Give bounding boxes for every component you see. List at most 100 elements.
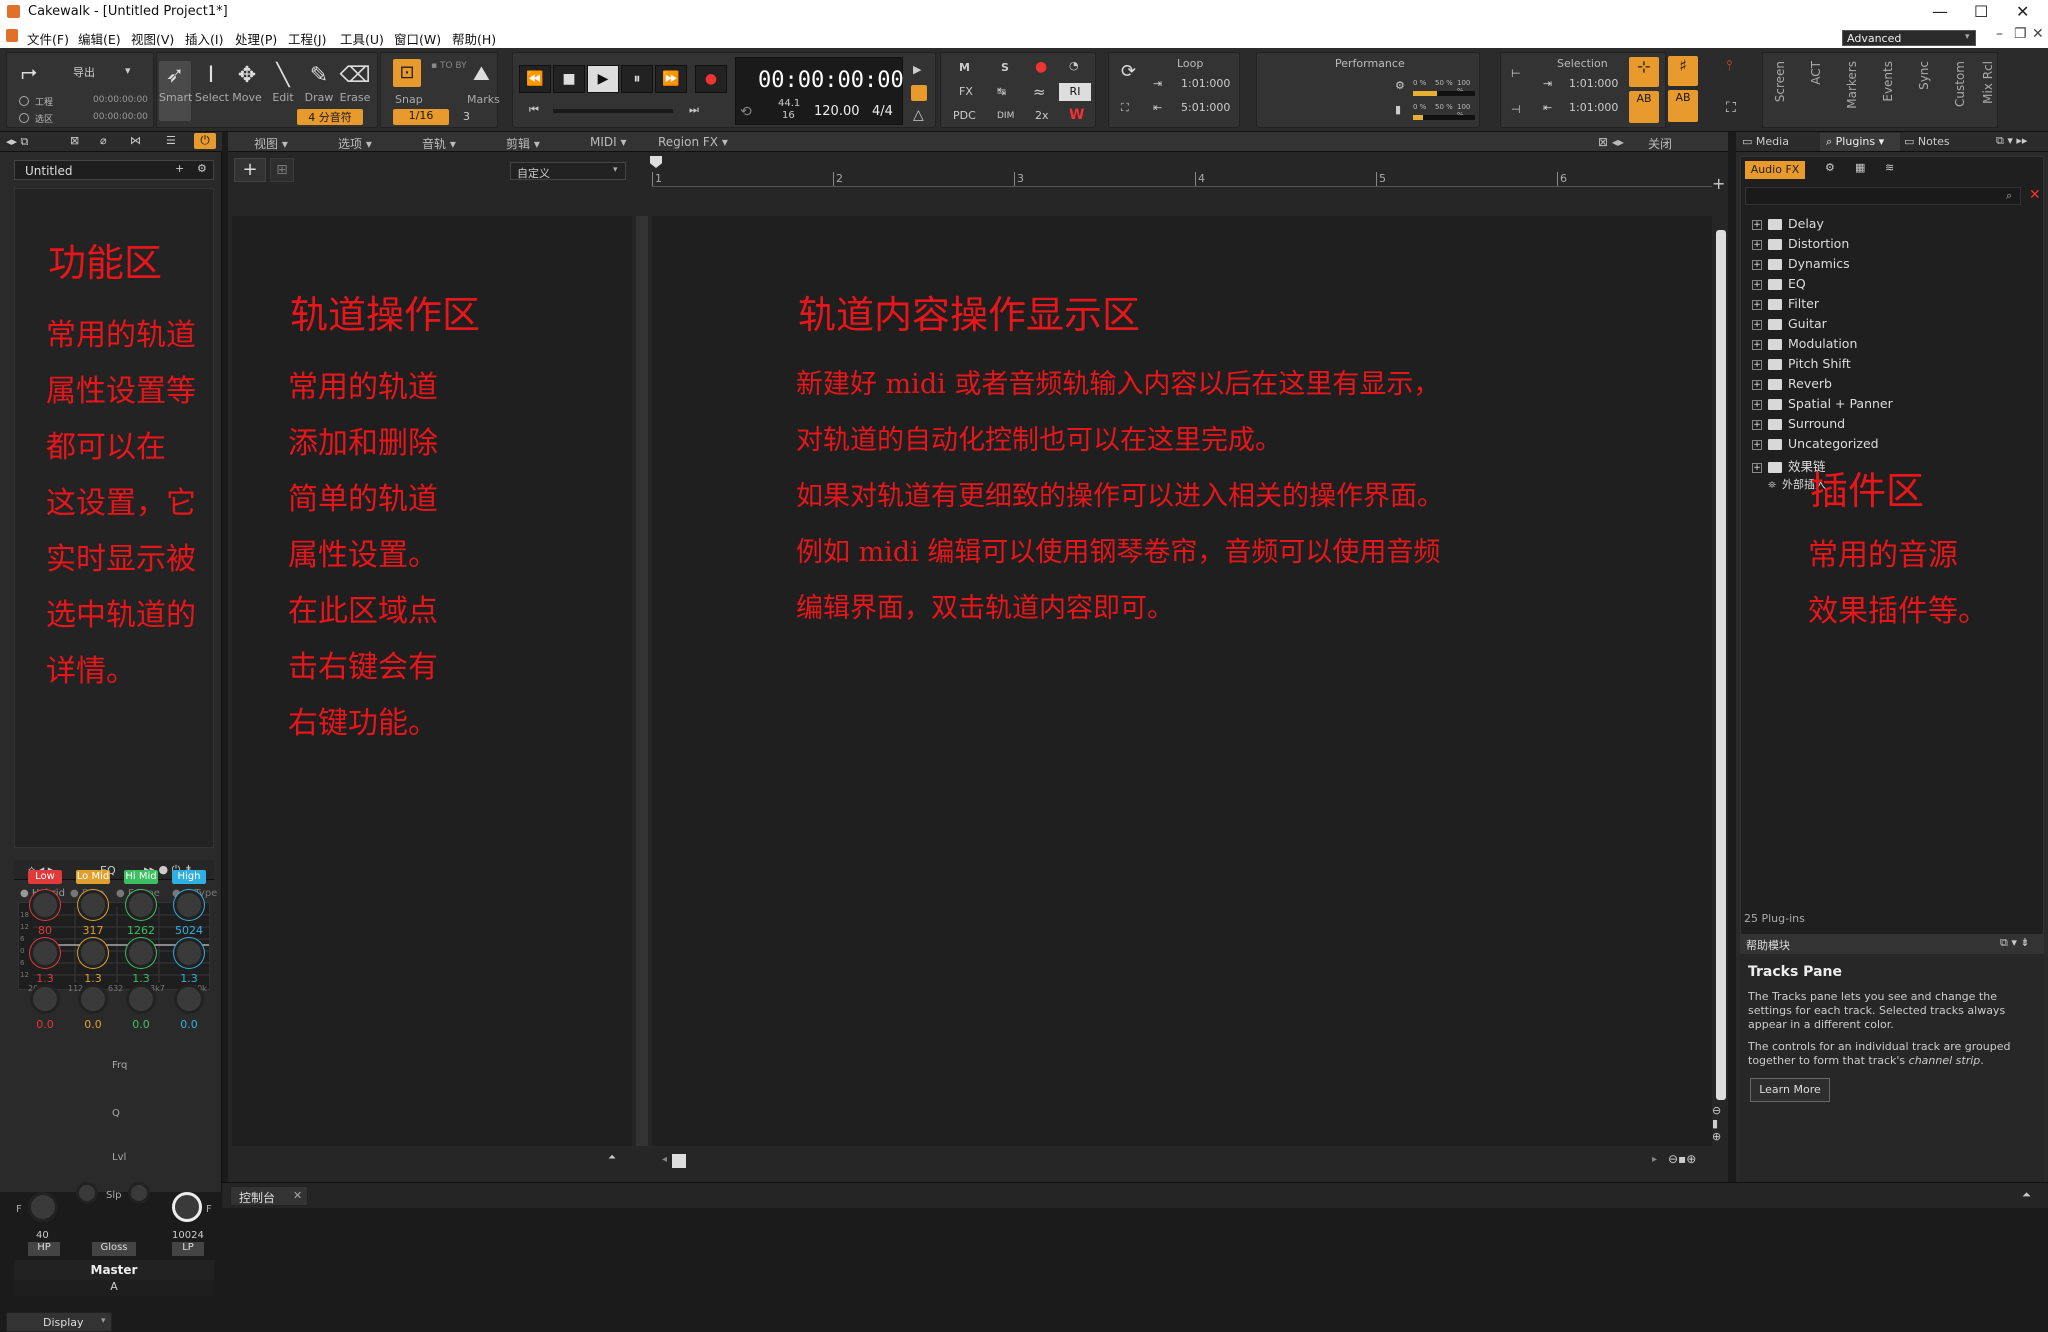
loop-toggle-icon[interactable]: ⟲: [740, 104, 752, 120]
tab-screen[interactable]: Screen: [1773, 61, 1787, 102]
snap-extra[interactable]: 3: [463, 110, 470, 123]
expand-icon[interactable]: +: [1752, 439, 1762, 450]
eq-band-3-toggle[interactable]: High: [172, 870, 206, 884]
minimize-icon[interactable]: —: [1932, 2, 1948, 21]
track-pane-divider[interactable]: [636, 216, 648, 1146]
expand-icon[interactable]: +: [1752, 299, 1762, 310]
go-end-icon[interactable]: ⏭: [689, 103, 699, 117]
eq-band-0-freq-knob[interactable]: [30, 890, 60, 920]
vertical-scrollbar[interactable]: [1716, 230, 1726, 1100]
stop-button[interactable]: ■: [553, 65, 585, 93]
automation-icon[interactable]: ≈: [1033, 83, 1046, 101]
select-start-icon[interactable]: ⊢: [1511, 67, 1521, 80]
lp-slope-knob[interactable]: [128, 1182, 150, 1204]
maximize-icon[interactable]: ☐: [1974, 2, 1988, 21]
eq-band-2-freq-knob[interactable]: [126, 890, 156, 920]
go-start-icon[interactable]: ⏮: [529, 103, 539, 117]
vertical-zoom-icons[interactable]: ⊖ ▮ ⊕: [1712, 1104, 1721, 1143]
mute-button[interactable]: M: [959, 61, 970, 74]
plugin-category-7[interactable]: + Pitch Shift: [1752, 356, 1851, 374]
transport-more-icon[interactable]: ▶: [913, 63, 921, 76]
edit-tool[interactable]: ╲ Edit: [267, 61, 299, 121]
console-close-icon[interactable]: ✕: [293, 1189, 302, 1202]
arm-icon[interactable]: ●: [1035, 59, 1047, 75]
close-window-icon[interactable]: ✕: [2016, 2, 2029, 21]
instruments-icon[interactable]: ⚙: [1825, 161, 1835, 174]
eq-band-1-toggle[interactable]: Lo Mid: [76, 870, 110, 884]
export-dropdown-icon[interactable]: ▾: [125, 64, 131, 77]
tab-act[interactable]: ACT: [1809, 61, 1823, 85]
snap-value-button[interactable]: 1/16: [393, 109, 449, 125]
plugin-category-11[interactable]: + Uncategorized: [1752, 436, 1879, 454]
lp-freq-knob[interactable]: [172, 1192, 202, 1222]
midi-fx-icon[interactable]: ≋: [1885, 161, 1894, 174]
eq-band-3-freq-knob[interactable]: [174, 890, 204, 920]
input-echo-icon[interactable]: ◔: [1069, 59, 1079, 72]
selection-radio[interactable]: [19, 113, 29, 123]
horizontal-scrollbar[interactable]: [672, 1154, 686, 1168]
transport-time[interactable]: 00:00:00:00: [758, 68, 904, 93]
ripple-icon[interactable]: ♯: [1668, 56, 1698, 86]
expand-icon[interactable]: +: [1752, 219, 1762, 230]
menu-edit[interactable]: 编辑(E): [78, 29, 121, 48]
metronome-icon[interactable]: △: [913, 107, 924, 123]
solo-button[interactable]: S: [1001, 61, 1009, 74]
fast-forward-button[interactable]: ⏩: [655, 65, 687, 93]
tab-custom[interactable]: Custom: [1953, 61, 1967, 107]
hp-freq-knob[interactable]: [28, 1192, 58, 1222]
export-icon[interactable]: ⮣: [21, 59, 37, 83]
scroll-right-icon[interactable]: ▸: [1652, 1154, 1657, 1165]
pdc-button[interactable]: PDC: [953, 109, 976, 122]
lp-button[interactable]: LP: [172, 1242, 204, 1256]
eq-band-1-freq-knob[interactable]: [78, 890, 108, 920]
mdi-restore-icon[interactable]: ❐: [2014, 26, 2027, 42]
move-tool[interactable]: ✥ Move: [231, 61, 263, 121]
now-slider[interactable]: [553, 109, 673, 113]
clear-search-icon[interactable]: ✕: [2029, 187, 2041, 203]
expand-icon[interactable]: +: [1752, 462, 1762, 473]
eq-band-2-toggle[interactable]: Hi Mid: [124, 870, 158, 884]
hp-slope-knob[interactable]: [76, 1182, 98, 1204]
expand-icon[interactable]: +: [1752, 359, 1762, 370]
eq-band-1-q-knob[interactable]: [78, 938, 108, 968]
smart-tool[interactable]: ➶ Smart: [159, 61, 192, 121]
workspace-radio[interactable]: [19, 96, 29, 106]
expand-icon[interactable]: +: [1752, 399, 1762, 410]
ri-button[interactable]: RI: [1059, 83, 1091, 101]
hp-button[interactable]: HP: [28, 1242, 60, 1256]
media-tab[interactable]: ▭ Media: [1742, 135, 1789, 148]
menu-file[interactable]: 文件(F): [27, 29, 69, 48]
eq-band-1-level-knob[interactable]: [78, 984, 108, 1014]
expand-icon[interactable]: +: [1752, 379, 1762, 390]
menu-project[interactable]: 工程(J): [288, 29, 326, 48]
mdi-close-icon[interactable]: ✕: [2032, 26, 2044, 42]
ab-compare-button[interactable]: AB: [1668, 90, 1698, 122]
plugin-category-1[interactable]: + Distortion: [1752, 236, 1849, 254]
track-content-area[interactable]: [652, 216, 1712, 1146]
snap-toggle-icon[interactable]: ⊡: [393, 59, 421, 87]
snap-mode-icon[interactable]: ▪ TO BY: [431, 61, 467, 71]
marks-icon[interactable]: ⛰: [473, 61, 490, 85]
dock-expand-icon[interactable]: ⏶: [2022, 1188, 2031, 1202]
double-button[interactable]: 2x: [1035, 109, 1049, 122]
rewind-button[interactable]: ⏪: [519, 65, 551, 93]
loop-end[interactable]: 5:01:000: [1181, 101, 1230, 114]
selection-start[interactable]: 1:01:000: [1569, 77, 1618, 90]
loop-icon[interactable]: ⟳: [1121, 61, 1136, 82]
plugin-category-10[interactable]: + Surround: [1752, 416, 1845, 434]
metronome-toggle[interactable]: [911, 85, 927, 101]
menu-view[interactable]: 视图(V): [131, 29, 174, 48]
record-mode-icon[interactable]: ⫯: [1726, 58, 1732, 74]
plugin-category-0[interactable]: + Delay: [1752, 216, 1824, 234]
expand-icon[interactable]: +: [1752, 419, 1762, 430]
export-label[interactable]: 导出: [73, 64, 95, 80]
track-pane-scroll-icon[interactable]: ⏶: [608, 1152, 624, 1168]
menu-help[interactable]: 帮助(H): [452, 29, 496, 48]
notes-tab[interactable]: ▭ Notes: [1904, 135, 1950, 148]
eq-band-0-toggle[interactable]: Low: [28, 870, 62, 884]
eq-band-0-level-knob[interactable]: [30, 984, 60, 1014]
pause-button[interactable]: ⏸: [621, 65, 653, 93]
help-dock-icon[interactable]: ⧉ ▾ ⇟: [2000, 936, 2030, 950]
plugins-tab[interactable]: ⌕ Plugins ▾: [1820, 133, 1900, 151]
console-tab[interactable]: 控制台 ✕: [230, 1186, 308, 1206]
